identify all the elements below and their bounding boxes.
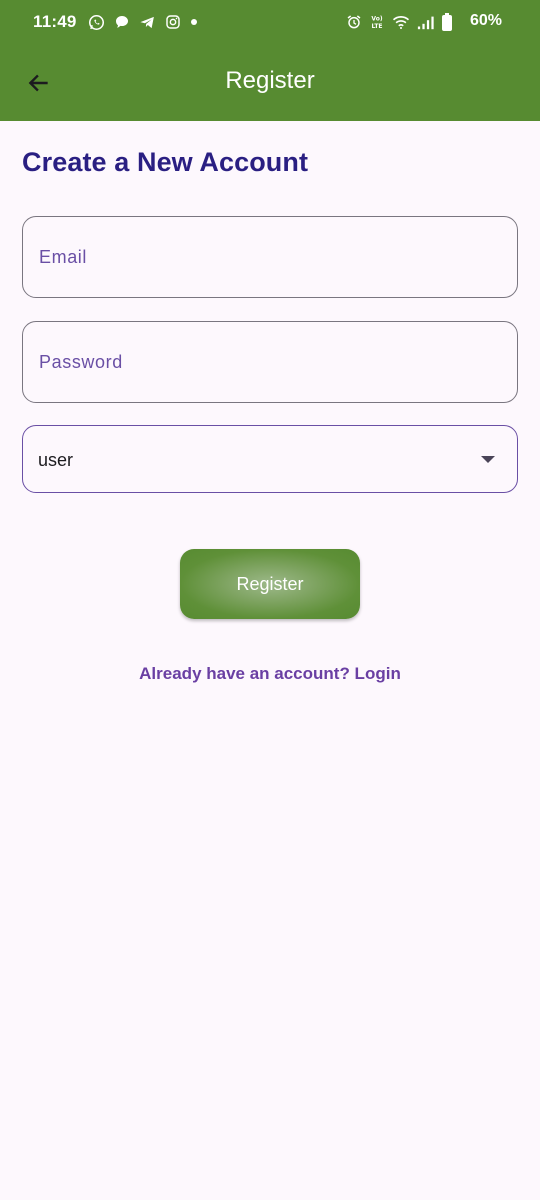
whatsapp-icon [88,14,105,31]
svg-text:Vo): Vo) [371,16,382,23]
app-header: 11:49 Vo) LTE 60% Register [0,0,540,121]
system-icons: Vo) LTE [346,12,452,32]
battery-percentage: 60% [469,12,502,29]
email-field-container [22,216,518,298]
dot-icon [190,18,198,26]
email-field[interactable] [23,217,517,297]
alarm-icon [346,14,362,30]
wifi-icon [392,14,410,30]
role-dropdown-value: user [38,450,74,470]
app-bar-title: Register [225,67,315,94]
role-dropdown[interactable]: user [22,425,518,493]
status-bar: 11:49 Vo) LTE 60% [0,0,540,44]
status-time: 11:49 [33,12,77,31]
telegram-icon [139,14,156,31]
register-button[interactable]: Register [180,549,360,619]
volte-icon: Vo) LTE [369,14,385,30]
instagram-icon [165,14,181,30]
dropdown-arrow-icon [481,456,495,463]
password-field[interactable] [23,322,517,402]
login-link[interactable]: Already have an account? Login [0,664,540,684]
signal-icon [417,14,435,30]
page-heading: Create a New Account [22,147,309,177]
notification-icons [88,12,198,32]
password-field-container [22,321,518,403]
chat-bubble-icon [114,14,130,30]
battery-icon [442,13,452,31]
svg-text:LTE: LTE [371,23,382,30]
register-screen: 11:49 Vo) LTE 60% Register Create a New … [0,0,540,1200]
